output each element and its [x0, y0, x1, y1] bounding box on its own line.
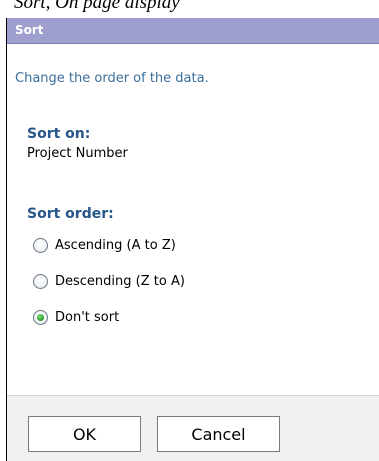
- cancel-button[interactable]: Cancel: [157, 416, 280, 452]
- sort-on-heading: Sort on:: [27, 126, 91, 142]
- radio-dont-sort-label[interactable]: Don't sort: [55, 310, 119, 325]
- sort-order-heading: Sort order:: [27, 206, 114, 222]
- dialog-subtitle: Change the order of the data.: [15, 71, 209, 86]
- radio-descending-button[interactable]: [33, 274, 48, 289]
- top-banner-fragment: Sort, On page display: [0, 0, 379, 18]
- radio-selected-dot: [37, 314, 44, 321]
- ok-button[interactable]: OK: [28, 416, 141, 452]
- dialog-footer: OK Cancel: [7, 395, 379, 461]
- dialog-titlebar: Sort: [7, 18, 379, 44]
- banner-text: Sort, On page display: [14, 0, 180, 13]
- radio-descending-label[interactable]: Descending (Z to A): [55, 274, 185, 289]
- sort-dialog: Sort Change the order of the data. Sort …: [6, 18, 379, 461]
- dialog-title: Sort: [15, 23, 44, 37]
- radio-dont-sort-button[interactable]: [33, 310, 48, 325]
- sort-on-value: Project Number: [27, 146, 128, 161]
- radio-ascending-label[interactable]: Ascending (A to Z): [55, 238, 176, 253]
- radio-ascending-button[interactable]: [33, 238, 48, 253]
